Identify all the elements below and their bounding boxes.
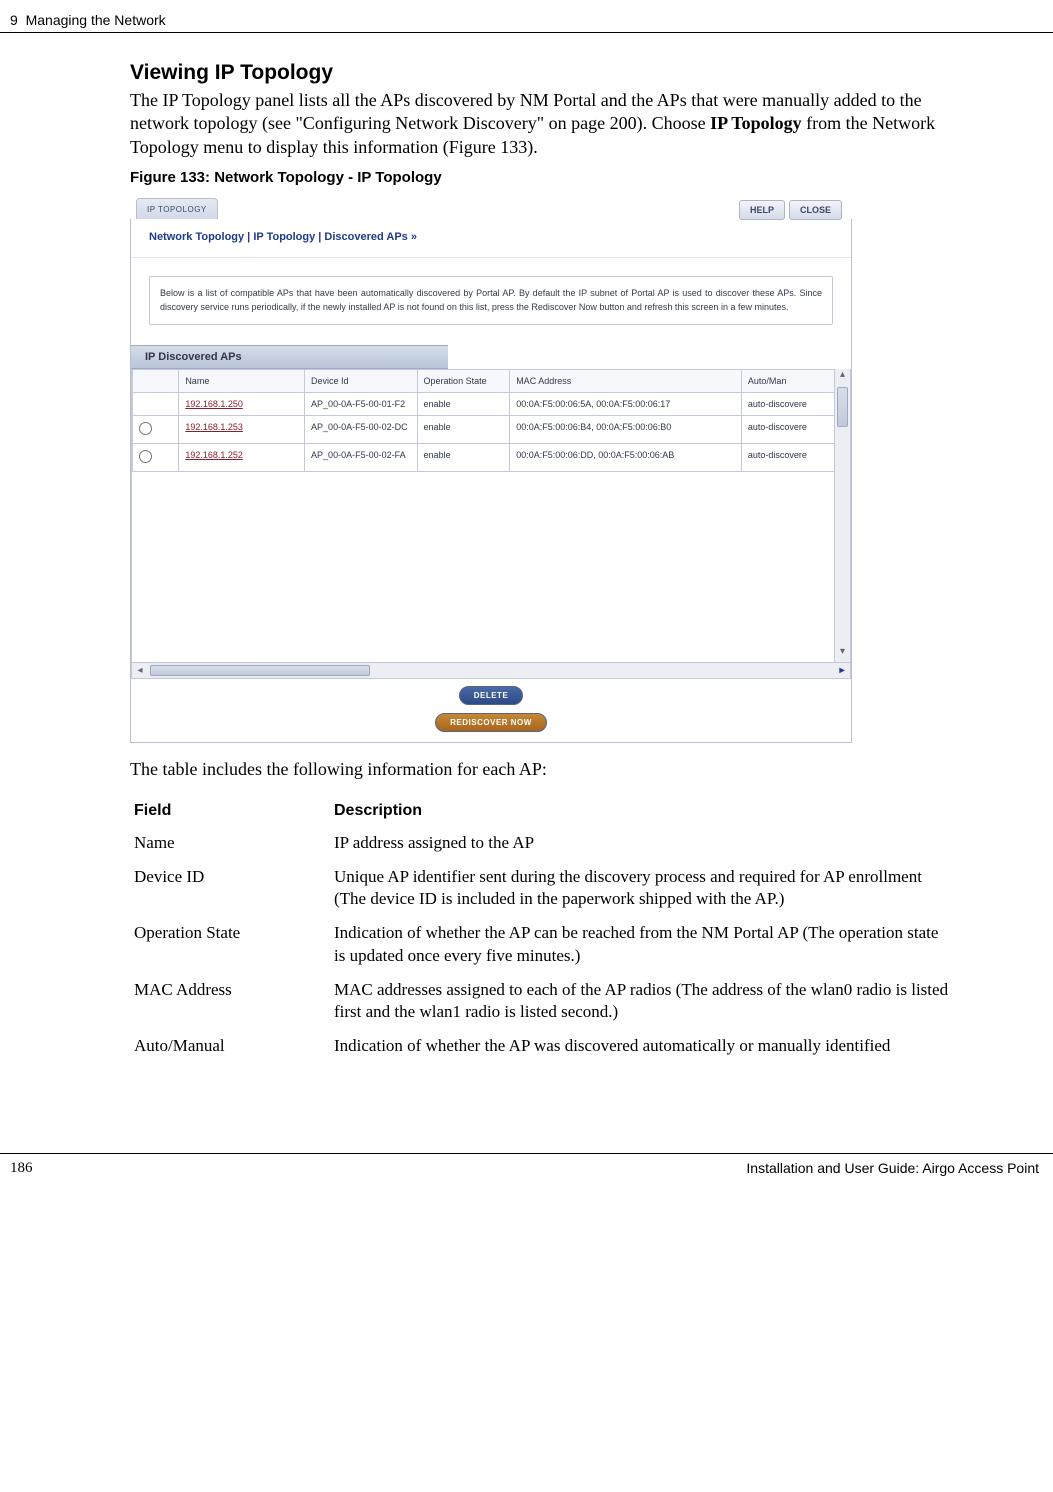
row-name: 192.168.1.253 [179,416,305,444]
tab-buttons: HELP CLOSE [739,200,842,220]
field-description: Unique AP identifier sent during the dis… [330,860,953,916]
row-op-state: enable [417,416,510,444]
intro-bold: IP Topology [710,113,802,133]
field-name: Device ID [130,860,330,916]
ap-link[interactable]: 192.168.1.252 [185,450,243,460]
intro-paragraph: The IP Topology panel lists all the APs … [130,89,953,159]
breadcrumb: Network Topology | IP Topology | Discove… [131,219,851,258]
rediscover-button[interactable]: REDISCOVER NOW [435,713,547,732]
delete-button[interactable]: DELETE [459,686,524,705]
field-description: IP address assigned to the AP [330,826,953,860]
field-description: MAC addresses assigned to each of the AP… [330,973,953,1029]
row-mac: 00:0A:F5:00:06:B4, 00:0A:F5:00:06:B0 [510,416,742,444]
row-name: 192.168.1.250 [179,393,305,416]
page-header: 9 Managing the Network [0,10,1053,33]
row-name: 192.168.1.252 [179,444,305,472]
ap-link[interactable]: 192.168.1.250 [185,399,243,409]
col-name[interactable]: Name [179,370,305,393]
field-header: Field [130,796,330,826]
description-header: Description [330,796,953,826]
page-number: 186 [10,1160,33,1177]
field-name: Operation State [130,916,330,972]
vscroll-thumb[interactable] [837,387,848,427]
row-auto: auto-discovere [741,444,834,472]
col-operation-state[interactable]: Operation State [417,370,510,393]
col-device-id[interactable]: Device Id [305,370,418,393]
col-mac-address[interactable]: MAC Address [510,370,742,393]
scroll-right-icon[interactable]: ▸ [834,663,850,678]
ap-link[interactable]: 192.168.1.253 [185,422,243,432]
field-description: Indication of whether the AP was discove… [330,1029,953,1063]
field-description: Indication of whether the AP can be reac… [330,916,953,972]
table-row: 192.168.1.253 AP_00-0A-F5-00-02-DC enabl… [133,416,835,444]
hscroll-thumb[interactable] [150,665,370,676]
panel-body: Network Topology | IP Topology | Discove… [130,219,852,743]
field-row: Device ID Unique AP identifier sent duri… [130,860,953,916]
field-desc-header: Field Description [130,796,953,826]
table-header-row: Name Device Id Operation State MAC Addre… [133,370,835,393]
row-auto: auto-discovere [741,416,834,444]
row-device-id: AP_00-0A-F5-00-02-FA [305,444,418,472]
figure-caption: Figure 133: Network Topology - IP Topolo… [130,169,953,186]
section-header-bar: IP Discovered APs [131,345,448,369]
row-op-state: enable [417,444,510,472]
page-content: Viewing IP Topology The IP Topology pane… [0,61,1053,1063]
screenshot-figure: IP TOPOLOGY HELP CLOSE Network Topology … [130,192,852,743]
row-select[interactable] [133,416,179,444]
help-button[interactable]: HELP [739,200,785,220]
horizontal-scrollbar[interactable]: ◂ ▸ [132,662,850,678]
chapter-title: Managing the Network [26,12,166,28]
chapter-number: 9 [10,12,18,28]
col-select [133,370,179,393]
row-device-id: AP_00-0A-F5-00-01-F2 [305,393,418,416]
row-mac: 00:0A:F5:00:06:DD, 00:0A:F5:00:06:AB [510,444,742,472]
tab-ip-topology[interactable]: IP TOPOLOGY [136,198,218,219]
page-footer: 186 Installation and User Guide: Airgo A… [0,1153,1053,1177]
row-select[interactable] [133,444,179,472]
header-spacer [999,12,1039,28]
row-op-state: enable [417,393,510,416]
table-row: 192.168.1.252 AP_00-0A-F5-00-02-FA enabl… [133,444,835,472]
action-row-2: REDISCOVER NOW [131,711,851,742]
guide-title: Installation and User Guide: Airgo Acces… [746,1160,1039,1177]
section-title: Viewing IP Topology [130,61,953,85]
tab-strip: IP TOPOLOGY HELP CLOSE [130,192,852,219]
field-row: MAC Address MAC addresses assigned to ea… [130,973,953,1029]
table-row: 192.168.1.250 AP_00-0A-F5-00-01-F2 enabl… [133,393,835,416]
scroll-down-icon[interactable]: ▾ [835,646,850,662]
field-row: Auto/Manual Indication of whether the AP… [130,1029,953,1063]
row-select [133,393,179,416]
row-radio[interactable] [139,450,152,463]
help-box: Below is a list of compatible APs that h… [149,276,833,325]
vertical-scrollbar[interactable]: ▴ ▾ [834,369,850,662]
col-auto-manual[interactable]: Auto/Man [741,370,834,393]
action-row: DELETE [131,679,851,711]
field-description-table: Field Description Name IP address assign… [130,796,953,1063]
row-auto: auto-discovere [741,393,834,416]
field-name: MAC Address [130,973,330,1029]
row-mac: 00:0A:F5:00:06:5A, 00:0A:F5:00:06:17 [510,393,742,416]
field-name: Auto/Manual [130,1029,330,1063]
scroll-left-icon[interactable]: ◂ [132,663,148,678]
chapter-label: 9 Managing the Network [10,12,166,28]
table-viewport: Name Device Id Operation State MAC Addre… [131,369,851,679]
close-button[interactable]: CLOSE [789,200,842,220]
field-name: Name [130,826,330,860]
discovered-aps-table: Name Device Id Operation State MAC Addre… [132,369,834,472]
scroll-up-icon[interactable]: ▴ [835,369,850,385]
field-row: Name IP address assigned to the AP [130,826,953,860]
table-intro: The table includes the following informa… [130,759,953,780]
row-radio[interactable] [139,422,152,435]
table-scroll-area: Name Device Id Operation State MAC Addre… [132,369,834,662]
field-row: Operation State Indication of whether th… [130,916,953,972]
row-device-id: AP_00-0A-F5-00-02-DC [305,416,418,444]
